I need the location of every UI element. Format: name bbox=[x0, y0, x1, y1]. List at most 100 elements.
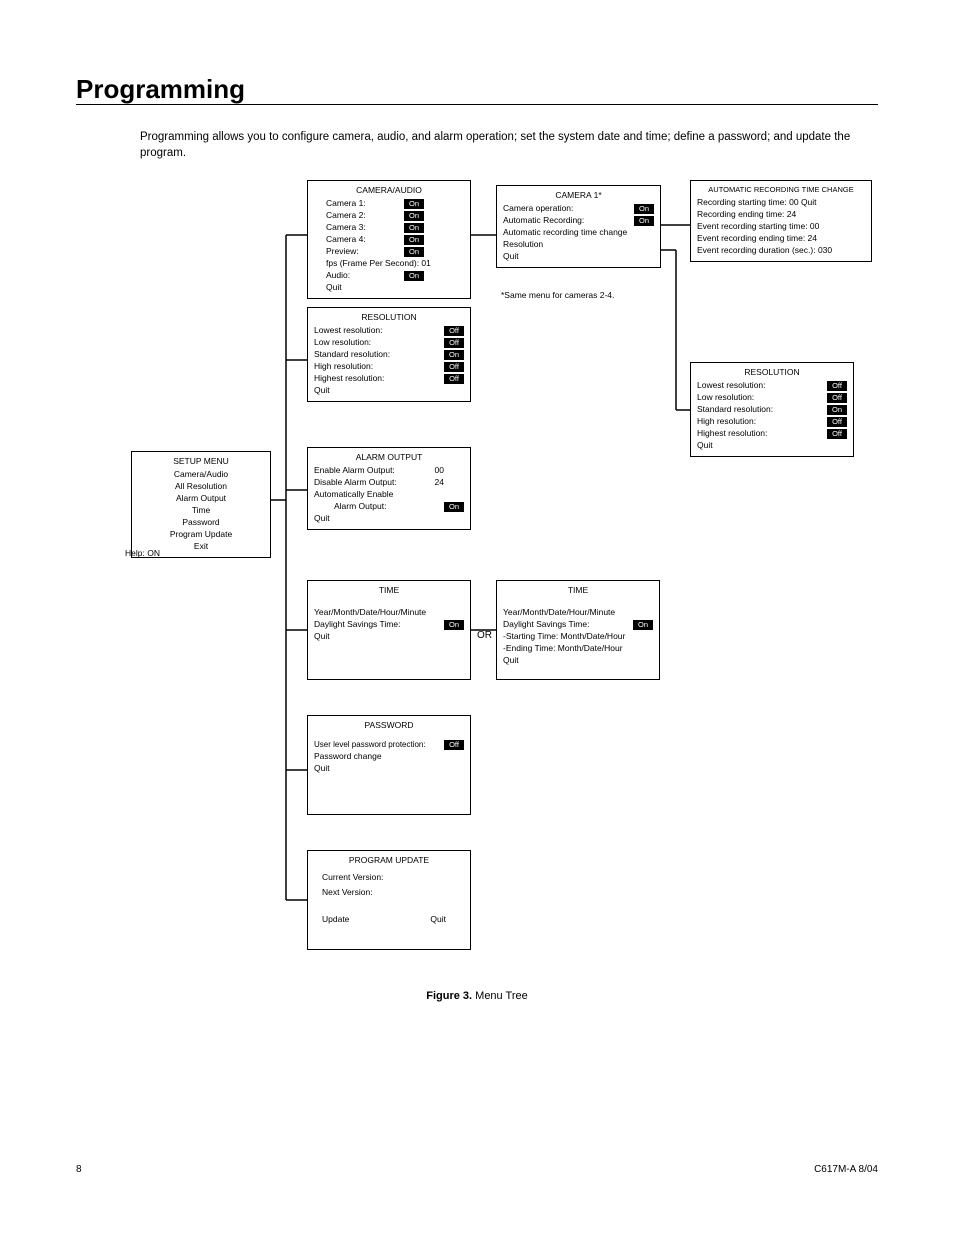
quit-label: Quit bbox=[314, 385, 464, 396]
toggle: Off bbox=[444, 374, 464, 384]
toggle: Off bbox=[444, 740, 464, 750]
toggle: Off bbox=[444, 338, 464, 348]
alarm-label: Disable Alarm Output: bbox=[314, 477, 397, 488]
password-label: User level password protection: bbox=[314, 740, 426, 751]
audio-row: Audio:On bbox=[314, 270, 464, 281]
toggle: On bbox=[404, 223, 424, 233]
res-row: Standard resolution:On bbox=[697, 404, 847, 415]
camera-row: Camera 2:On bbox=[326, 210, 424, 221]
setup-menu-item: Program Update bbox=[138, 529, 264, 540]
res-label: Low resolution: bbox=[697, 392, 754, 403]
alarm-label: Enable Alarm Output: bbox=[314, 465, 395, 476]
setup-menu-box: SETUP MENU Camera/Audio All Resolution A… bbox=[131, 451, 271, 558]
toggle: On bbox=[444, 350, 464, 360]
camera-row: Camera 3: On bbox=[326, 222, 424, 233]
auto-enable-line: Automatically Enable bbox=[314, 489, 464, 500]
time2-box: TIME Year/Month/Date/Hour/Minute Dayligh… bbox=[496, 580, 660, 680]
alarm-value: 00 bbox=[435, 465, 444, 476]
figure-title: Menu Tree bbox=[475, 990, 528, 1002]
dst-row: Daylight Savings Time:On bbox=[503, 619, 653, 630]
dst-label: Daylight Savings Time: bbox=[503, 619, 589, 630]
quit-label: Quit bbox=[503, 655, 653, 666]
toggle: On bbox=[404, 247, 424, 257]
setup-menu-title: SETUP MENU bbox=[138, 456, 264, 467]
res-row: High resolution:Off bbox=[314, 361, 464, 372]
footer-id: C617M-A 8/04 bbox=[814, 1164, 878, 1175]
camera-label: Camera 1: bbox=[326, 198, 366, 209]
res-row: Highest resolution:Off bbox=[697, 428, 847, 439]
next-version: Next Version: bbox=[314, 887, 464, 898]
toggle: On bbox=[404, 211, 424, 221]
time1-box: TIME Year/Month/Date/Hour/Minute Dayligh… bbox=[307, 580, 471, 680]
setup-menu-item: All Resolution bbox=[138, 481, 264, 492]
alarm-row: Disable Alarm Output:24 bbox=[314, 477, 464, 488]
quit-label: Quit bbox=[697, 440, 847, 451]
res-label: Highest resolution: bbox=[314, 373, 384, 384]
res-row: Low resolution: Off bbox=[697, 392, 847, 403]
update-row: Update Quit bbox=[314, 914, 464, 925]
intro-paragraph: Programming allows you to configure came… bbox=[140, 130, 880, 161]
time1-line: Year/Month/Date/Hour/Minute bbox=[314, 607, 464, 618]
alarm-output-row: Alarm Output:On bbox=[314, 501, 464, 512]
atc-line: Recording starting time: 00 Quit bbox=[697, 197, 865, 208]
password-change: Password change bbox=[314, 751, 464, 762]
res-label: High resolution: bbox=[697, 416, 756, 427]
preview-label: Preview: bbox=[326, 246, 359, 257]
toggle: On bbox=[444, 502, 464, 512]
camera-row: Camera 1: On bbox=[326, 198, 424, 209]
res-label: Low resolution: bbox=[314, 337, 371, 348]
program-update-title: PROGRAM UPDATE bbox=[314, 855, 464, 866]
res-row: Low resolution: Off bbox=[314, 337, 464, 348]
time2-line: Year/Month/Date/Hour/Minute bbox=[503, 607, 653, 618]
camera1-title: CAMERA 1* bbox=[503, 190, 654, 201]
res-label: Lowest resolution: bbox=[314, 325, 383, 336]
connectors bbox=[76, 180, 878, 970]
toggle: Off bbox=[827, 393, 847, 403]
time2-end: -Ending Time: Month/Date/Hour bbox=[503, 643, 653, 654]
res-label: Standard resolution: bbox=[314, 349, 390, 360]
auto-recording-label: Automatic Recording: bbox=[503, 215, 584, 226]
camera1-note: *Same menu for cameras 2-4. bbox=[501, 290, 614, 300]
password-title: PASSWORD bbox=[314, 720, 464, 731]
toggle: On bbox=[634, 204, 654, 214]
resolution-cam-title: RESOLUTION bbox=[697, 367, 847, 378]
camera-operation-row: Camera operation: On bbox=[503, 203, 654, 214]
alarm-output-title: ALARM OUTPUT bbox=[314, 452, 464, 463]
res-row: Standard resolution: On bbox=[314, 349, 464, 360]
toggle: On bbox=[404, 199, 424, 209]
camera-label: Camera 4: bbox=[326, 234, 366, 245]
figure-caption: Figure 3. Menu Tree bbox=[0, 990, 954, 1002]
auto-recording-row: Automatic Recording:On bbox=[503, 215, 654, 226]
time1-title: TIME bbox=[314, 585, 464, 596]
menu-tree-diagram: SETUP MENU Camera/Audio All Resolution A… bbox=[76, 180, 878, 970]
res-label: High resolution: bbox=[314, 361, 373, 372]
dst-row: Daylight Savings Time:On bbox=[314, 619, 464, 630]
setup-menu-item: Camera/Audio bbox=[138, 469, 264, 480]
title-rule bbox=[76, 104, 878, 105]
atc-line: Event recording duration (sec.): 030 bbox=[697, 245, 865, 256]
atc-line: Recording ending time: 24 bbox=[697, 209, 865, 220]
camera-row: Camera 4: On bbox=[326, 234, 424, 245]
toggle: Off bbox=[827, 429, 847, 439]
res-row: Lowest resolution:Off bbox=[697, 380, 847, 391]
program-update-box: PROGRAM UPDATE Current Version: Next Ver… bbox=[307, 850, 471, 950]
setup-menu-item: Alarm Output bbox=[138, 493, 264, 504]
resolution-cam-box: RESOLUTION Lowest resolution:Off Low res… bbox=[690, 362, 854, 457]
toggle: On bbox=[404, 271, 424, 281]
password-box: PASSWORD User level password protection:… bbox=[307, 715, 471, 815]
camera-operation-label: Camera operation: bbox=[503, 203, 573, 214]
camera-label: Camera 3: bbox=[326, 222, 366, 233]
toggle: On bbox=[404, 235, 424, 245]
camera1-line: Automatic recording time change bbox=[503, 227, 654, 238]
toggle: On bbox=[827, 405, 847, 415]
figure-number: Figure 3. bbox=[426, 990, 472, 1002]
quit-label: Quit bbox=[314, 513, 464, 524]
resolution-all-title: RESOLUTION bbox=[314, 312, 464, 323]
res-row: Highest resolution: Off bbox=[314, 373, 464, 384]
page-number: 8 bbox=[76, 1164, 82, 1175]
setup-menu-help: Help: ON bbox=[125, 548, 160, 558]
camera1-box: CAMERA 1* Camera operation: On Automatic … bbox=[496, 185, 661, 268]
preview-row: Preview: On bbox=[326, 246, 424, 257]
quit-label: Quit bbox=[430, 914, 446, 925]
setup-menu-item: Time bbox=[138, 505, 264, 516]
